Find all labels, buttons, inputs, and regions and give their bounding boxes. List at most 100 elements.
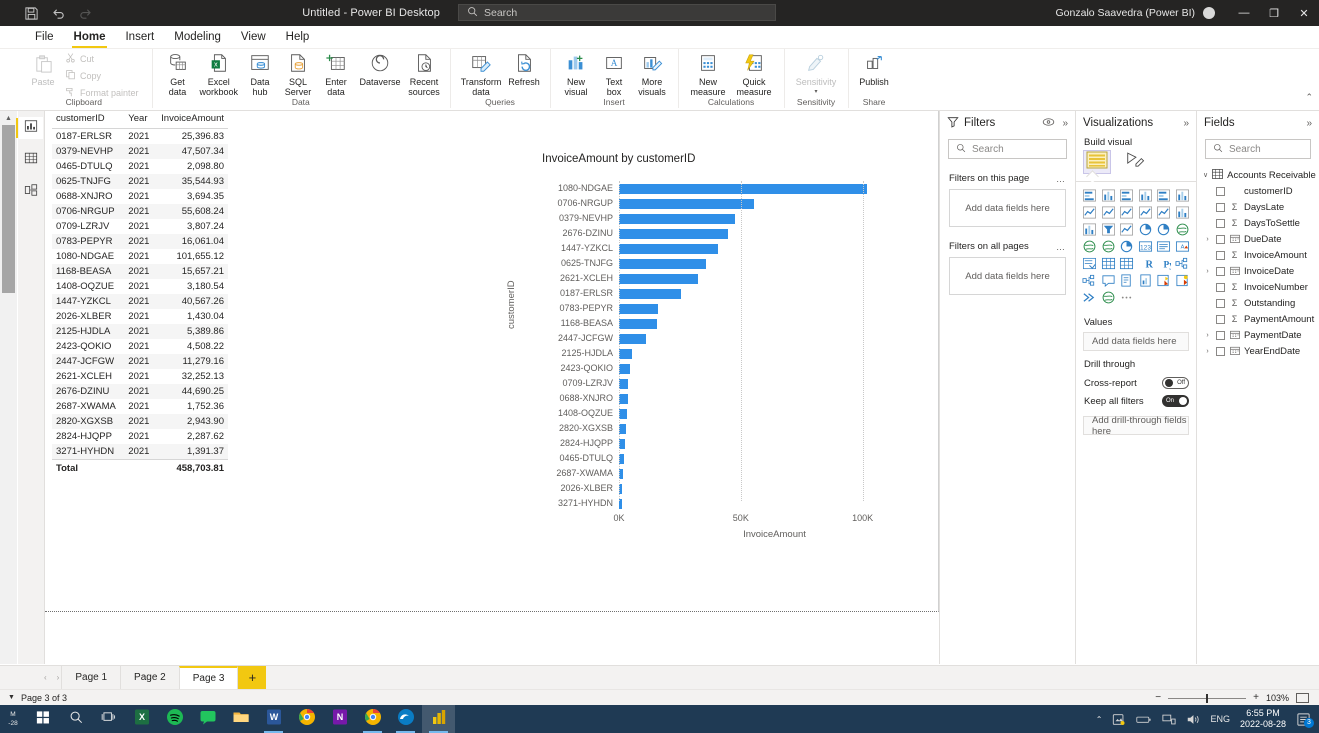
- page-tab-page-1[interactable]: Page 1: [61, 666, 122, 689]
- taskbar-app-spotify[interactable]: [158, 705, 191, 733]
- field-checkbox[interactable]: [1216, 282, 1225, 292]
- table-row[interactable]: 2820-XGXSB 2021 2,943.90: [52, 414, 228, 429]
- field-checkbox[interactable]: [1216, 250, 1225, 260]
- scroll-up-arrow-icon[interactable]: ▲: [0, 111, 17, 125]
- chart-bar[interactable]: [619, 288, 681, 299]
- chart-bar-row[interactable]: [619, 286, 930, 301]
- field-item-yearenddate[interactable]: › YearEndDate: [1197, 343, 1319, 359]
- field-checkbox[interactable]: [1216, 266, 1225, 276]
- line-stacked-column-icon[interactable]: [1137, 204, 1155, 220]
- chart-bar-row[interactable]: [619, 451, 930, 466]
- close-button[interactable]: ✕: [1289, 0, 1319, 26]
- zoom-out-button[interactable]: −: [1155, 692, 1161, 703]
- table-row[interactable]: 1447-YZKCL 2021 40,567.26: [52, 294, 228, 309]
- dataverse-button[interactable]: Dataverse: [355, 51, 405, 87]
- values-dropzone[interactable]: Add data fields here: [1083, 332, 1189, 351]
- table-row[interactable]: 2621-XCLEH 2021 32,252.13: [52, 369, 228, 384]
- ribbon-tab-help[interactable]: Help: [277, 28, 319, 48]
- add-page-button[interactable]: +: [238, 666, 267, 689]
- chart-bar[interactable]: [619, 183, 867, 194]
- area-chart-icon[interactable]: [1100, 204, 1118, 220]
- paste-button[interactable]: Paste: [26, 51, 60, 87]
- chart-bar[interactable]: [619, 363, 630, 374]
- table-row[interactable]: 0625-TNJFG 2021 35,544.93: [52, 174, 228, 189]
- filters-page-dropzone[interactable]: Add data fields here: [949, 189, 1066, 227]
- stacked-bar-chart-icon[interactable]: [1081, 187, 1099, 203]
- chart-bar-row[interactable]: [619, 196, 930, 211]
- chevron-down-icon[interactable]: ∨: [1203, 171, 1208, 179]
- field-item-invoicenumber[interactable]: Σ InvoiceNumber: [1197, 279, 1319, 295]
- key-influencers-icon[interactable]: [1081, 272, 1099, 288]
- paginated-report-icon[interactable]: [1137, 272, 1155, 288]
- power-apps-icon[interactable]: [1155, 272, 1173, 288]
- eye-icon[interactable]: [1042, 117, 1055, 130]
- text-box-button[interactable]: A Text box: [595, 51, 633, 97]
- table-row[interactable]: 0709-LZRJV 2021 3,807.24: [52, 219, 228, 234]
- field-item-paymentamount[interactable]: Σ PaymentAmount: [1197, 311, 1319, 327]
- chart-bar[interactable]: [619, 333, 647, 344]
- chart-bar[interactable]: [619, 258, 706, 269]
- left-scrollbar[interactable]: ▲: [0, 111, 17, 664]
- donut-chart-icon[interactable]: [1155, 221, 1173, 237]
- gauge-icon[interactable]: [1118, 238, 1136, 254]
- chart-bar-row[interactable]: [619, 316, 930, 331]
- table-row[interactable]: 2824-HJQPP 2021 2,287.62: [52, 429, 228, 444]
- column-header-customerid[interactable]: customerID: [52, 111, 123, 129]
- chart-bar-row[interactable]: [619, 256, 930, 271]
- chart-bar-row[interactable]: [619, 181, 930, 196]
- new-measure-button[interactable]: New measure: [685, 51, 731, 97]
- table-row[interactable]: 2687-XWAMA 2021 1,752.36: [52, 399, 228, 414]
- taskbar-app-excel[interactable]: X: [125, 705, 158, 733]
- status-expand-icon[interactable]: ▼: [8, 694, 15, 701]
- taskbar-app-onenote[interactable]: N: [323, 705, 356, 733]
- taskbar-app-chrome-2[interactable]: [356, 705, 389, 733]
- chart-bar[interactable]: [619, 243, 718, 254]
- field-item-duedate[interactable]: › DueDate: [1197, 231, 1319, 247]
- new-visual-button[interactable]: New visual: [557, 51, 595, 97]
- chart-bar-row[interactable]: [619, 406, 930, 421]
- waterfall-chart-icon[interactable]: [1081, 221, 1099, 237]
- collapse-filters-pane-button[interactable]: »: [1062, 118, 1068, 129]
- collapse-fields-pane-button[interactable]: »: [1306, 118, 1312, 129]
- table-row[interactable]: 1408-OQZUE 2021 3,180.54: [52, 279, 228, 294]
- clustered-column-chart-icon[interactable]: [1137, 187, 1155, 203]
- publish-button[interactable]: Publish: [855, 51, 893, 87]
- chart-bar[interactable]: [619, 303, 659, 314]
- chart-bar-row[interactable]: [619, 346, 930, 361]
- enter-data-button[interactable]: Enter data: [317, 51, 355, 97]
- field-item-daystosettle[interactable]: Σ DaysToSettle: [1197, 215, 1319, 231]
- r-script-visual-icon[interactable]: R: [1137, 255, 1155, 271]
- chart-bar[interactable]: [619, 273, 698, 284]
- treemap-icon[interactable]: [1174, 221, 1192, 237]
- get-data-button[interactable]: Get data: [159, 51, 197, 97]
- sidebar-item-data-view[interactable]: [19, 149, 43, 171]
- ribbon-tab-file[interactable]: File: [26, 28, 63, 48]
- field-item-invoicedate[interactable]: › InvoiceDate: [1197, 263, 1319, 279]
- fields-search-input[interactable]: Search: [1205, 139, 1311, 159]
- drill-through-dropzone[interactable]: Add drill-through fields here: [1083, 415, 1189, 437]
- field-item-paymentdate[interactable]: › PaymentDate: [1197, 327, 1319, 343]
- funnel-chart-icon[interactable]: [1100, 221, 1118, 237]
- power-automate-icon[interactable]: [1174, 272, 1192, 288]
- chevron-right-icon[interactable]: ›: [1203, 268, 1212, 275]
- chevron-right-icon[interactable]: ›: [1203, 348, 1212, 355]
- table-visual[interactable]: customerID Year InvoiceAmount 0187-ERLSR…: [52, 111, 232, 476]
- field-item-outstanding[interactable]: Σ Outstanding: [1197, 295, 1319, 311]
- chart-bar[interactable]: [619, 228, 728, 239]
- python-visual-icon[interactable]: Py: [1155, 255, 1173, 271]
- chart-bar-row[interactable]: [619, 271, 930, 286]
- table-row[interactable]: 3271-HYHDN 2021 1,391.37: [52, 444, 228, 460]
- chart-bar[interactable]: [619, 213, 735, 224]
- chart-bar[interactable]: [619, 198, 755, 209]
- chevron-right-icon[interactable]: ›: [1203, 332, 1212, 339]
- battery-icon[interactable]: [1136, 714, 1152, 725]
- chart-bar-row[interactable]: [619, 361, 930, 376]
- page-tab-page-3[interactable]: Page 3: [178, 666, 239, 689]
- filters-all-more-options-button[interactable]: …: [1056, 242, 1066, 252]
- cut-button[interactable]: Cut: [62, 51, 142, 67]
- minimize-button[interactable]: —: [1229, 0, 1259, 26]
- ribbon-tab-view[interactable]: View: [232, 28, 275, 48]
- slicer-icon[interactable]: [1081, 255, 1099, 271]
- global-search-box[interactable]: Search: [458, 4, 776, 21]
- volume-icon[interactable]: [1186, 713, 1200, 726]
